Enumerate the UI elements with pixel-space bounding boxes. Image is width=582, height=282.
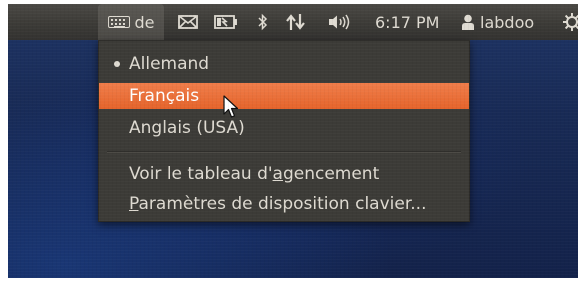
menu-item-label-part: Voir le tableau d' <box>129 164 273 184</box>
menu-item-anglais-usa[interactable]: Anglais (USA) <box>99 115 469 141</box>
menu-item-keyboard-settings[interactable]: Paramètres de disposition clavier... <box>99 191 469 217</box>
power-icon <box>563 13 578 31</box>
menu-separator <box>107 151 461 153</box>
keyboard-indicator[interactable]: de <box>98 4 164 40</box>
top-panel: de 6:17 PM labdoo <box>8 4 578 40</box>
user-menu[interactable]: labdoo <box>461 4 534 40</box>
keyboard-icon <box>107 16 130 28</box>
power-indicator[interactable] <box>214 4 238 40</box>
desktop-screenshot: de 6:17 PM labdoo Allemand Français Angl… <box>8 4 578 278</box>
mouse-cursor-icon <box>223 95 239 118</box>
menu-item-label-part: aramètres de disposition clavier... <box>138 194 427 214</box>
keyboard-layout-menu: Allemand Français Anglais (USA) Voir le … <box>98 40 470 222</box>
keyboard-layout-code: de <box>134 12 155 32</box>
mnemonic-letter: a <box>272 164 283 184</box>
menu-item-label-part: gencement <box>282 164 380 184</box>
messaging-indicator[interactable] <box>178 4 198 40</box>
network-indicator[interactable] <box>286 4 306 40</box>
mnemonic-letter: P <box>129 194 139 214</box>
bluetooth-indicator[interactable] <box>258 4 268 40</box>
battery-icon <box>214 15 237 29</box>
user-name: labdoo <box>480 12 535 32</box>
menu-item-label: Allemand <box>129 54 210 74</box>
radio-selected-indicator <box>114 61 120 67</box>
session-menu[interactable] <box>562 4 578 40</box>
menu-item-francais[interactable]: Français <box>99 83 469 109</box>
menu-item-allemand[interactable]: Allemand <box>99 51 469 77</box>
menu-item-label: Anglais (USA) <box>129 118 245 138</box>
menu-item-show-layout-chart[interactable]: Voir le tableau d'agencement <box>99 161 469 187</box>
sound-indicator[interactable] <box>328 4 350 40</box>
volume-icon <box>329 14 350 30</box>
mail-icon <box>178 15 198 29</box>
clock[interactable]: 6:17 PM <box>375 4 439 40</box>
clock-time: 6:17 PM <box>375 12 440 32</box>
menu-item-label: Français <box>129 86 200 106</box>
network-icon <box>286 14 305 30</box>
bluetooth-icon <box>258 13 268 31</box>
user-icon <box>462 14 474 30</box>
